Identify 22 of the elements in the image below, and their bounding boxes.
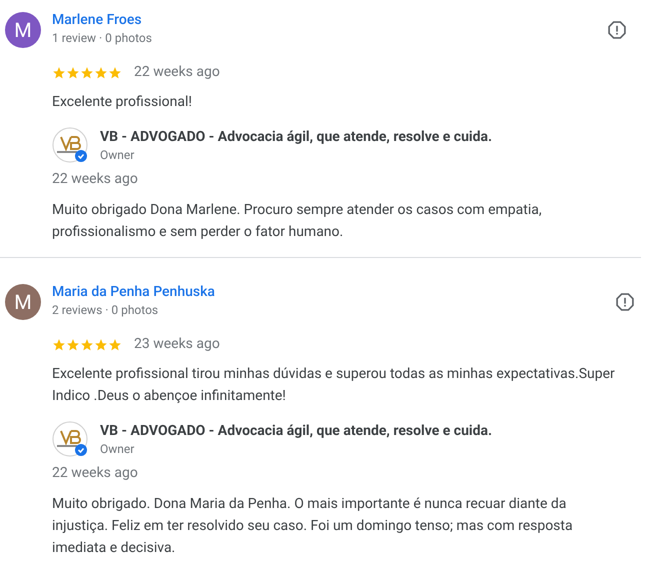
review-text: Excelente profissional! [52,93,193,112]
owner-logo-icon [52,421,88,457]
reply-date: 22 weeks ago [52,170,138,189]
owner-label: Owner [100,147,134,163]
review-date: 22 weeks ago [134,63,220,82]
reviewer-name[interactable]: Maria da Penha Penhuska [52,282,215,302]
reply-text: Muito obrigado. Dona Maria da Penha. O mais importante é nunca recuar diante da injustiça. Feliz em ter resolvido seu caso. Foi um domingo tenso; mas com resposta imediata e decisiva. [52,495,574,558]
owner-logo-icon [52,127,88,163]
reply-date: 22 weeks ago [52,464,138,483]
report-icon[interactable] [615,292,635,312]
reviewer-stats: 2 reviews · 0 photos [52,302,158,318]
avatar[interactable]: M [5,12,41,48]
review-text: Excelente profissional tirou minhas dúvidas e superou todas as minhas expectativas.Super Indico .Deus o abençoe infinitamente! [52,365,616,406]
reviewer-name[interactable]: Marlene Froes [52,10,142,30]
owner-label: Owner [100,441,134,457]
reviewer-stats: 1 review · 0 photos [52,30,152,46]
avatar[interactable]: M [5,284,41,320]
owner-name: VB - ADVOGADO - Advocacia ágil, que atende, resolve e cuida. [100,128,492,147]
owner-name: VB - ADVOGADO - Advocacia ágil, que atende, resolve e cuida. [100,422,492,441]
report-icon[interactable] [607,20,627,40]
review-date: 23 weeks ago [134,335,220,354]
reply-text: Muito obrigado Dona Marlene. Procuro sempre atender os casos com empatia, profissionalismo e sem perder o fator humano. [52,201,543,242]
